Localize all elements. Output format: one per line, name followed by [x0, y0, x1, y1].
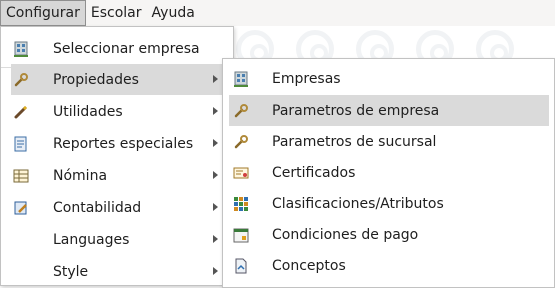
- menu-item-propiedades[interactable]: Propiedades: [11, 64, 223, 95]
- menu-item-label: Seleccionar empresa: [53, 40, 200, 57]
- menu-item-style[interactable]: Style: [1, 256, 233, 287]
- ledger-icon: [13, 200, 29, 216]
- menu-item-languages[interactable]: Languages: [1, 224, 233, 255]
- submenu-item-empresas[interactable]: Empresas: [223, 63, 554, 94]
- calendar-icon: [233, 227, 249, 243]
- menu-item-utilidades[interactable]: Utilidades: [1, 96, 233, 127]
- wrench-icon: [233, 134, 249, 150]
- chevron-right-icon: [213, 267, 218, 275]
- document-icon: [233, 258, 249, 274]
- grid-icon: [233, 196, 249, 212]
- menu-item-label: Utilidades: [53, 103, 123, 120]
- submenu-item-certificados[interactable]: Certificados: [223, 157, 554, 188]
- menu-item-label: Style: [53, 263, 89, 280]
- pencil-icon: [13, 104, 29, 120]
- report-icon: [13, 136, 29, 152]
- chevron-right-icon: [213, 203, 218, 211]
- submenu-item-condiciones-pago[interactable]: Condiciones de pago: [223, 219, 554, 250]
- chevron-right-icon: [213, 107, 218, 115]
- wrench-icon: [233, 103, 249, 119]
- menu-item-contabilidad[interactable]: Contabilidad: [1, 192, 233, 223]
- menu-item-label: Contabilidad: [53, 199, 142, 216]
- table-icon: [13, 168, 29, 184]
- propiedades-submenu: Empresas Parametros de empresa Parametro…: [222, 58, 555, 288]
- submenu-item-label: Parametros de empresa: [272, 102, 440, 119]
- menu-item-reportes-especiales[interactable]: Reportes especiales: [1, 128, 233, 159]
- building-icon: [233, 71, 249, 87]
- submenu-item-clasificaciones[interactable]: Clasificaciones/Atributos: [223, 188, 554, 219]
- chevron-right-icon: [213, 235, 218, 243]
- menu-item-label: Reportes especiales: [53, 135, 194, 152]
- building-icon: [13, 41, 29, 57]
- certificate-icon: [233, 165, 249, 181]
- chevron-right-icon: [213, 139, 218, 147]
- chevron-right-icon: [213, 75, 218, 83]
- chevron-right-icon: [213, 171, 218, 179]
- menu-item-seleccionar-empresa[interactable]: Seleccionar empresa: [1, 33, 233, 64]
- menu-item-label: Nómina: [53, 167, 108, 184]
- wrench-icon: [13, 72, 29, 88]
- submenu-item-label: Empresas: [272, 70, 341, 87]
- submenu-item-label: Certificados: [272, 164, 356, 181]
- menu-bar: Configurar Escolar Ayuda: [0, 0, 555, 27]
- menu-item-label: Propiedades: [53, 71, 139, 88]
- menu-item-nomina[interactable]: Nómina: [1, 160, 233, 191]
- submenu-item-label: Clasificaciones/Atributos: [272, 195, 444, 212]
- menu-ayuda[interactable]: Ayuda: [147, 0, 200, 26]
- submenu-item-conceptos[interactable]: Conceptos: [223, 250, 554, 281]
- submenu-item-label: Conceptos: [272, 257, 346, 274]
- configurar-menu: Seleccionar empresa Propiedades Utilidad…: [0, 26, 234, 286]
- submenu-item-parametros-empresa[interactable]: Parametros de empresa: [229, 95, 549, 126]
- submenu-item-label: Parametros de sucursal: [272, 133, 437, 150]
- menu-item-label: Languages: [53, 231, 130, 248]
- submenu-item-parametros-sucursal[interactable]: Parametros de sucursal: [223, 126, 554, 157]
- submenu-item-label: Condiciones de pago: [272, 226, 419, 243]
- menu-escolar[interactable]: Escolar: [86, 0, 147, 26]
- menu-configurar[interactable]: Configurar: [0, 0, 86, 26]
